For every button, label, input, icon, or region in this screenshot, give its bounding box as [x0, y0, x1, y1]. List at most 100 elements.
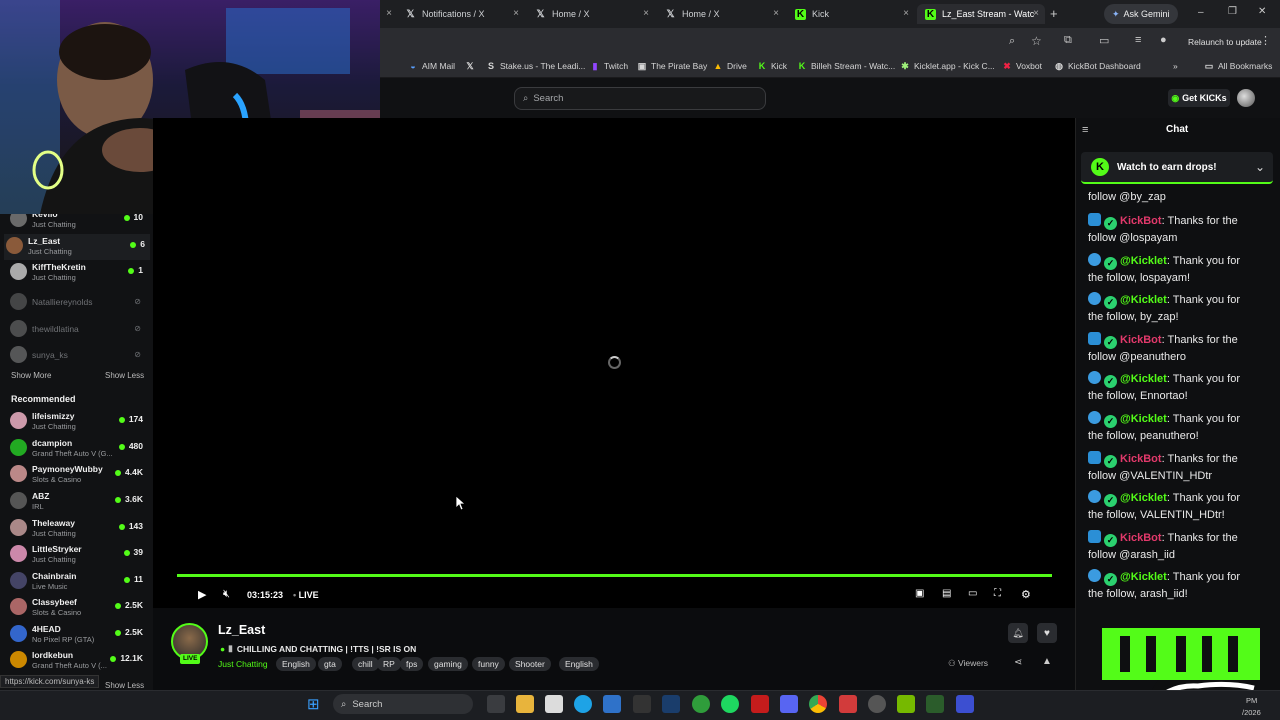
bookmark-aim-mail[interactable]: ◒ AIM Mail — [408, 61, 455, 71]
tab-lz-east-stream[interactable]: K Lz_East Stream - Watc × — [917, 4, 1045, 24]
chat-username[interactable]: @Kicklet — [1120, 373, 1167, 385]
category-link[interactable]: Just Chatting — [218, 659, 268, 669]
nvidia-icon[interactable] — [897, 695, 915, 713]
settings-gear-icon[interactable] — [868, 695, 886, 713]
app-red-icon[interactable] — [751, 695, 769, 713]
bookmark-billeh[interactable]: K Billeh Stream - Watc... — [797, 61, 895, 71]
chat-username[interactable]: @Kicklet — [1120, 492, 1167, 504]
share-button[interactable]: ⋖ — [1014, 657, 1022, 668]
recommended-channel-4head[interactable]: 4HEAD No Pixel RP (GTA) 2.5K — [8, 622, 148, 648]
chat-username[interactable]: KickBot — [1120, 215, 1162, 227]
tag[interactable]: gta — [318, 657, 342, 671]
recommended-channel-dcampion[interactable]: dcampion Grand Theft Auto V (G... 480 — [8, 436, 148, 462]
relaunch-button[interactable]: Relaunch to update — [1182, 33, 1268, 51]
theater-mode-button[interactable]: ▭ — [968, 588, 977, 599]
profile-icon[interactable]: ● — [1160, 34, 1167, 46]
close-icon[interactable]: × — [1033, 8, 1039, 19]
mini-player-button[interactable]: ▣ — [915, 588, 924, 599]
sidebar-channel-sunya_ks[interactable]: sunya_ks ⊘ — [8, 343, 148, 369]
chat-username[interactable]: KickBot — [1120, 453, 1162, 465]
chat-username[interactable]: KickBot — [1120, 334, 1162, 346]
tag[interactable]: funny — [472, 657, 505, 671]
ask-gemini-button[interactable]: ✦ Ask Gemini — [1104, 4, 1178, 24]
bookmark-kick[interactable]: K Kick — [757, 61, 787, 71]
tab-truncated[interactable]: × — [378, 4, 394, 24]
sidebar-channel-thewildlatina[interactable]: thewildlatina ⊘ — [8, 317, 148, 343]
capcut-icon[interactable] — [633, 695, 651, 713]
close-icon[interactable]: × — [513, 8, 519, 19]
recommended-channel-lordkebun[interactable]: lordkebun Grand Theft Auto V (... 12.1K — [8, 648, 148, 674]
bookmark-x[interactable]: 𝕏 — [465, 61, 479, 71]
tab-home-x-2[interactable]: 𝕏 Home / X × — [657, 4, 785, 24]
extensions-icon[interactable]: ⧉ — [1064, 34, 1072, 47]
bookmark-twitch[interactable]: ▮ Twitch — [590, 61, 629, 72]
menu-dots-icon[interactable]: ⋮ — [1260, 34, 1271, 47]
recommended-channel-paymoneywubby[interactable]: PaymoneyWubby Slots & Casino 4.4K — [8, 462, 148, 488]
taskbar-search[interactable]: ⌕ Search — [333, 694, 473, 714]
close-icon[interactable]: × — [773, 8, 779, 19]
tag[interactable]: RP — [377, 657, 401, 671]
minimize-icon[interactable]: – — [1198, 7, 1204, 18]
follow-button[interactable]: ♥ — [1037, 623, 1057, 643]
bookmarks-overflow[interactable]: » — [1173, 61, 1178, 71]
recommended-channel-lifeismizzy[interactable]: lifeismizzy Just Chatting 174 — [8, 409, 148, 435]
media-icon[interactable]: ≡ — [1135, 34, 1141, 46]
play-button[interactable]: ▶ — [198, 588, 206, 601]
tag[interactable]: English — [276, 657, 316, 671]
tag[interactable]: chill — [352, 657, 379, 671]
bookmark-star-icon[interactable]: ☆ — [1031, 34, 1042, 48]
chat-username[interactable]: @Kicklet — [1120, 255, 1167, 267]
app-blue-icon[interactable] — [956, 695, 974, 713]
tab-notifications-x[interactable]: 𝕏 Notifications / X × — [397, 4, 525, 24]
sidebar-channel-lz_east[interactable]: Lz_East Just Chatting 6 — [4, 234, 150, 260]
close-icon[interactable]: × — [386, 8, 392, 19]
tab-kick[interactable]: K Kick × — [787, 4, 915, 24]
tag[interactable]: English — [559, 657, 599, 671]
zoom-icon[interactable]: ⌕ — [1009, 35, 1015, 48]
progress-bar[interactable] — [177, 574, 1052, 577]
bookmark-pirate-bay[interactable]: ▣ The Pirate Bay — [637, 61, 708, 72]
bookmark-kicklet[interactable]: ✱ Kicklet.app - Kick C... — [900, 61, 995, 72]
chrome-icon[interactable] — [809, 695, 827, 713]
file-explorer-icon[interactable] — [516, 695, 534, 713]
chat-username[interactable]: @Kicklet — [1120, 571, 1167, 583]
collapse-chat-button[interactable]: ≡ — [1082, 124, 1088, 136]
search-input[interactable]: ⌕ Search — [514, 87, 766, 110]
clip-button[interactable]: ▤ — [942, 588, 951, 599]
tag[interactable]: Shooter — [509, 657, 551, 671]
discord-icon[interactable] — [780, 695, 798, 713]
settings-button[interactable]: ⚙ — [1021, 588, 1031, 601]
recommended-channel-abz[interactable]: ABZ IRL 3.6K — [8, 489, 148, 515]
get-kicks-button[interactable]: ◉ Get KICKs — [1168, 89, 1230, 107]
user-avatar[interactable] — [1237, 89, 1255, 107]
cast-icon[interactable]: ▭ — [1099, 34, 1109, 47]
recommended-channel-theleaway[interactable]: Theleaway Just Chatting 143 — [8, 516, 148, 542]
app-stack-icon[interactable] — [839, 695, 857, 713]
all-bookmarks[interactable]: ▭ All Bookmarks — [1204, 61, 1273, 72]
report-button[interactable]: ▲ — [1042, 656, 1052, 667]
chat-username[interactable]: KickBot — [1120, 532, 1162, 544]
notifications-button[interactable]: 🔔︎ — [1008, 623, 1028, 643]
xbox-icon[interactable] — [692, 695, 710, 713]
mute-button[interactable]: 🔇︎ — [223, 588, 230, 601]
task-view-icon[interactable] — [487, 695, 505, 713]
window-close-icon[interactable]: ✕ — [1258, 6, 1266, 17]
sidebar-channel-natalliereynolds[interactable]: Natalliereynolds ⊘ — [8, 290, 148, 316]
chat-username[interactable]: @Kicklet — [1120, 413, 1167, 425]
tag[interactable]: fps — [400, 657, 424, 671]
sidebar-channel-kiffthekretin[interactable]: KiffTheKretin Just Chatting 1 — [8, 260, 148, 286]
maximize-icon[interactable]: ❐ — [1228, 6, 1237, 17]
edge-icon[interactable] — [574, 695, 592, 713]
chat-username[interactable]: @Kicklet — [1120, 294, 1167, 306]
bookmark-kickbot[interactable]: ◍ KickBot Dashboard — [1054, 61, 1141, 72]
fullscreen-button[interactable]: ⛶ — [994, 588, 1001, 599]
show-less-bottom-button[interactable]: Show Less — [105, 681, 144, 690]
spotify-icon[interactable] — [721, 695, 739, 713]
bookmark-drive[interactable]: ▲ Drive — [713, 61, 747, 71]
show-less-button[interactable]: Show Less — [105, 371, 144, 380]
close-icon[interactable]: × — [643, 8, 649, 19]
bookmark-voxbot[interactable]: ✖ Voxbot — [1002, 61, 1042, 72]
recommended-channel-chainbrain[interactable]: Chainbrain Live Music 11 — [8, 569, 148, 595]
tab-home-x[interactable]: 𝕏 Home / X × — [527, 4, 655, 24]
store-icon[interactable] — [545, 695, 563, 713]
